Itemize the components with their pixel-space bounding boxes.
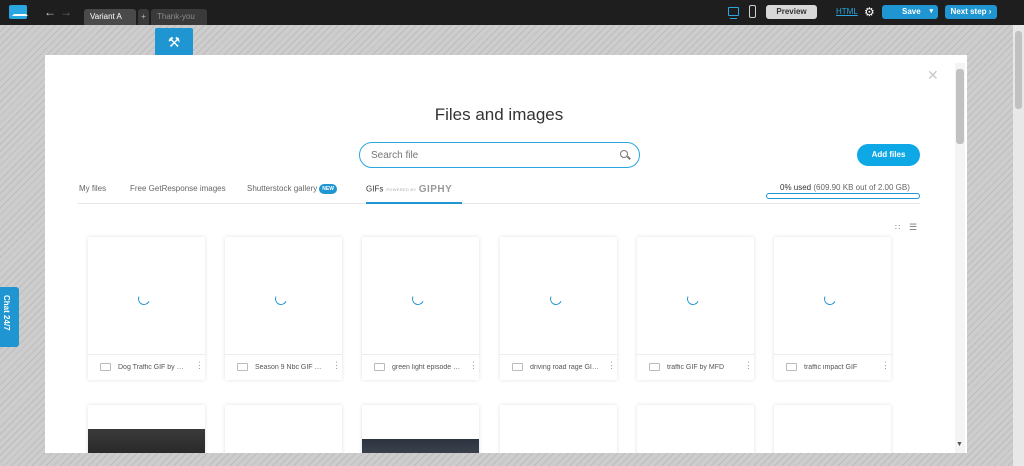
- loading-spinner-icon: [822, 291, 838, 307]
- loading-spinner-icon: [685, 291, 701, 307]
- tab-variant-a[interactable]: Variant A: [84, 9, 136, 25]
- active-tab-indicator: [366, 202, 462, 204]
- card-divider: [500, 354, 617, 355]
- more-options-icon[interactable]: ⋮: [881, 361, 890, 370]
- file-card[interactable]: Dog Traffic GIF by m... ⋮: [88, 237, 205, 380]
- image-icon: [649, 363, 660, 371]
- tools-icon[interactable]: ⚒: [155, 28, 193, 56]
- undo-icon[interactable]: ←: [44, 5, 56, 19]
- list-view-icon[interactable]: ☰: [909, 222, 917, 233]
- image-icon: [100, 363, 111, 371]
- tab-my-files[interactable]: My files: [79, 184, 106, 193]
- powered-by-label: POWERED BY: [386, 187, 417, 192]
- file-card[interactable]: [225, 405, 342, 453]
- usage-bar: [766, 193, 920, 199]
- file-name: Season 9 Nbc GIF by ...: [255, 364, 325, 371]
- file-card[interactable]: traffic GIF by MFD ⋮: [637, 237, 754, 380]
- desktop-view-icon[interactable]: [728, 7, 739, 19]
- image-icon: [237, 363, 248, 371]
- file-card[interactable]: [362, 405, 479, 453]
- preview-button[interactable]: Preview: [766, 5, 817, 19]
- save-button[interactable]: Save ▾: [882, 5, 938, 19]
- modal-title: Files and images: [434, 105, 564, 124]
- top-toolbar: ← → Variant A + Thank-you page Preview H…: [0, 0, 1024, 37]
- next-step-label: Next step: [950, 7, 987, 16]
- file-name: driving road rage GIF ...: [530, 364, 600, 371]
- tabs-divider: [78, 203, 920, 204]
- tab-free-images[interactable]: Free GetResponse images: [130, 184, 226, 193]
- usage-detail: (609.90 KB out of 2.00 GB): [813, 183, 910, 192]
- gif-thumbnail: [88, 429, 205, 453]
- card-divider: [774, 354, 891, 355]
- mobile-view-icon[interactable]: [749, 5, 756, 18]
- loading-spinner-icon: [273, 291, 289, 307]
- file-card[interactable]: [774, 405, 891, 453]
- more-options-icon[interactable]: ⋮: [607, 361, 616, 370]
- usage-percent: 0% used: [780, 183, 812, 192]
- card-divider: [88, 354, 205, 355]
- file-card[interactable]: traffic impact GIF ⋮: [774, 237, 891, 380]
- file-card[interactable]: [88, 405, 205, 453]
- gear-icon[interactable]: ⚙: [864, 5, 875, 19]
- loading-spinner-icon: [548, 291, 564, 307]
- tab-gifs[interactable]: GIFs POWERED BY GIPHY: [366, 184, 452, 195]
- new-badge: NEW: [319, 184, 337, 194]
- chat-label: Chat 24/7: [2, 295, 11, 331]
- file-name: green light episode 1...: [392, 364, 462, 371]
- files-modal: ✕ Files and images Add files My files Fr…: [45, 55, 967, 453]
- tab-shutterstock-label: Shutterstock gallery: [247, 184, 318, 194]
- image-icon: [374, 363, 385, 371]
- tab-gifs-label: GIFs: [366, 184, 384, 194]
- page-scrollbar-thumb[interactable]: [1015, 31, 1022, 109]
- page-scrollbar[interactable]: [1013, 25, 1024, 466]
- search-box[interactable]: [359, 142, 640, 168]
- modal-scrollbar-thumb[interactable]: [956, 69, 964, 144]
- file-card[interactable]: [637, 405, 754, 453]
- file-card[interactable]: Season 9 Nbc GIF by ... ⋮: [225, 237, 342, 380]
- getresponse-logo-icon[interactable]: [9, 5, 28, 19]
- more-options-icon[interactable]: ⋮: [744, 361, 753, 370]
- file-name: traffic GIF by MFD: [667, 364, 725, 371]
- file-card[interactable]: driving road rage GIF ... ⋮: [500, 237, 617, 380]
- file-name: traffic impact GIF: [804, 364, 858, 371]
- search-input[interactable]: [371, 148, 601, 162]
- tab-shutterstock[interactable]: Shutterstock gallery NEW: [247, 184, 337, 194]
- card-divider: [637, 354, 754, 355]
- card-divider: [362, 354, 479, 355]
- add-variant-button[interactable]: +: [138, 9, 149, 25]
- more-options-icon[interactable]: ⋮: [195, 361, 204, 370]
- more-options-icon[interactable]: ⋮: [469, 361, 478, 370]
- card-divider: [225, 354, 342, 355]
- storage-usage: 0% used (609.90 KB out of 2.00 GB): [780, 183, 910, 192]
- gif-thumbnail: [362, 439, 479, 453]
- image-icon: [786, 363, 797, 371]
- close-icon[interactable]: ✕: [927, 67, 939, 84]
- search-icon[interactable]: [620, 150, 628, 158]
- image-icon: [512, 363, 523, 371]
- add-files-button[interactable]: Add files: [857, 144, 920, 166]
- more-options-icon[interactable]: ⋮: [332, 361, 341, 370]
- grid-view-icon[interactable]: ∷: [895, 223, 900, 232]
- html-link[interactable]: HTML: [836, 7, 858, 16]
- save-label: Save: [902, 7, 921, 16]
- giphy-logo: GIPHY: [418, 184, 453, 195]
- scroll-down-icon[interactable]: ▼: [956, 441, 963, 448]
- loading-spinner-icon: [410, 291, 426, 307]
- modal-scrollbar[interactable]: ▼: [955, 63, 965, 453]
- file-card[interactable]: green light episode 1... ⋮: [362, 237, 479, 380]
- chevron-down-icon[interactable]: ▾: [929, 5, 933, 19]
- tab-thank-you-page[interactable]: Thank-you page: [151, 9, 207, 37]
- file-card[interactable]: [500, 405, 617, 453]
- chat-tab[interactable]: Chat 24/7: [0, 287, 19, 347]
- file-name: Dog Traffic GIF by m...: [118, 364, 188, 371]
- next-step-button[interactable]: Next step ›: [945, 5, 997, 19]
- loading-spinner-icon: [136, 291, 152, 307]
- redo-icon[interactable]: →: [60, 5, 72, 19]
